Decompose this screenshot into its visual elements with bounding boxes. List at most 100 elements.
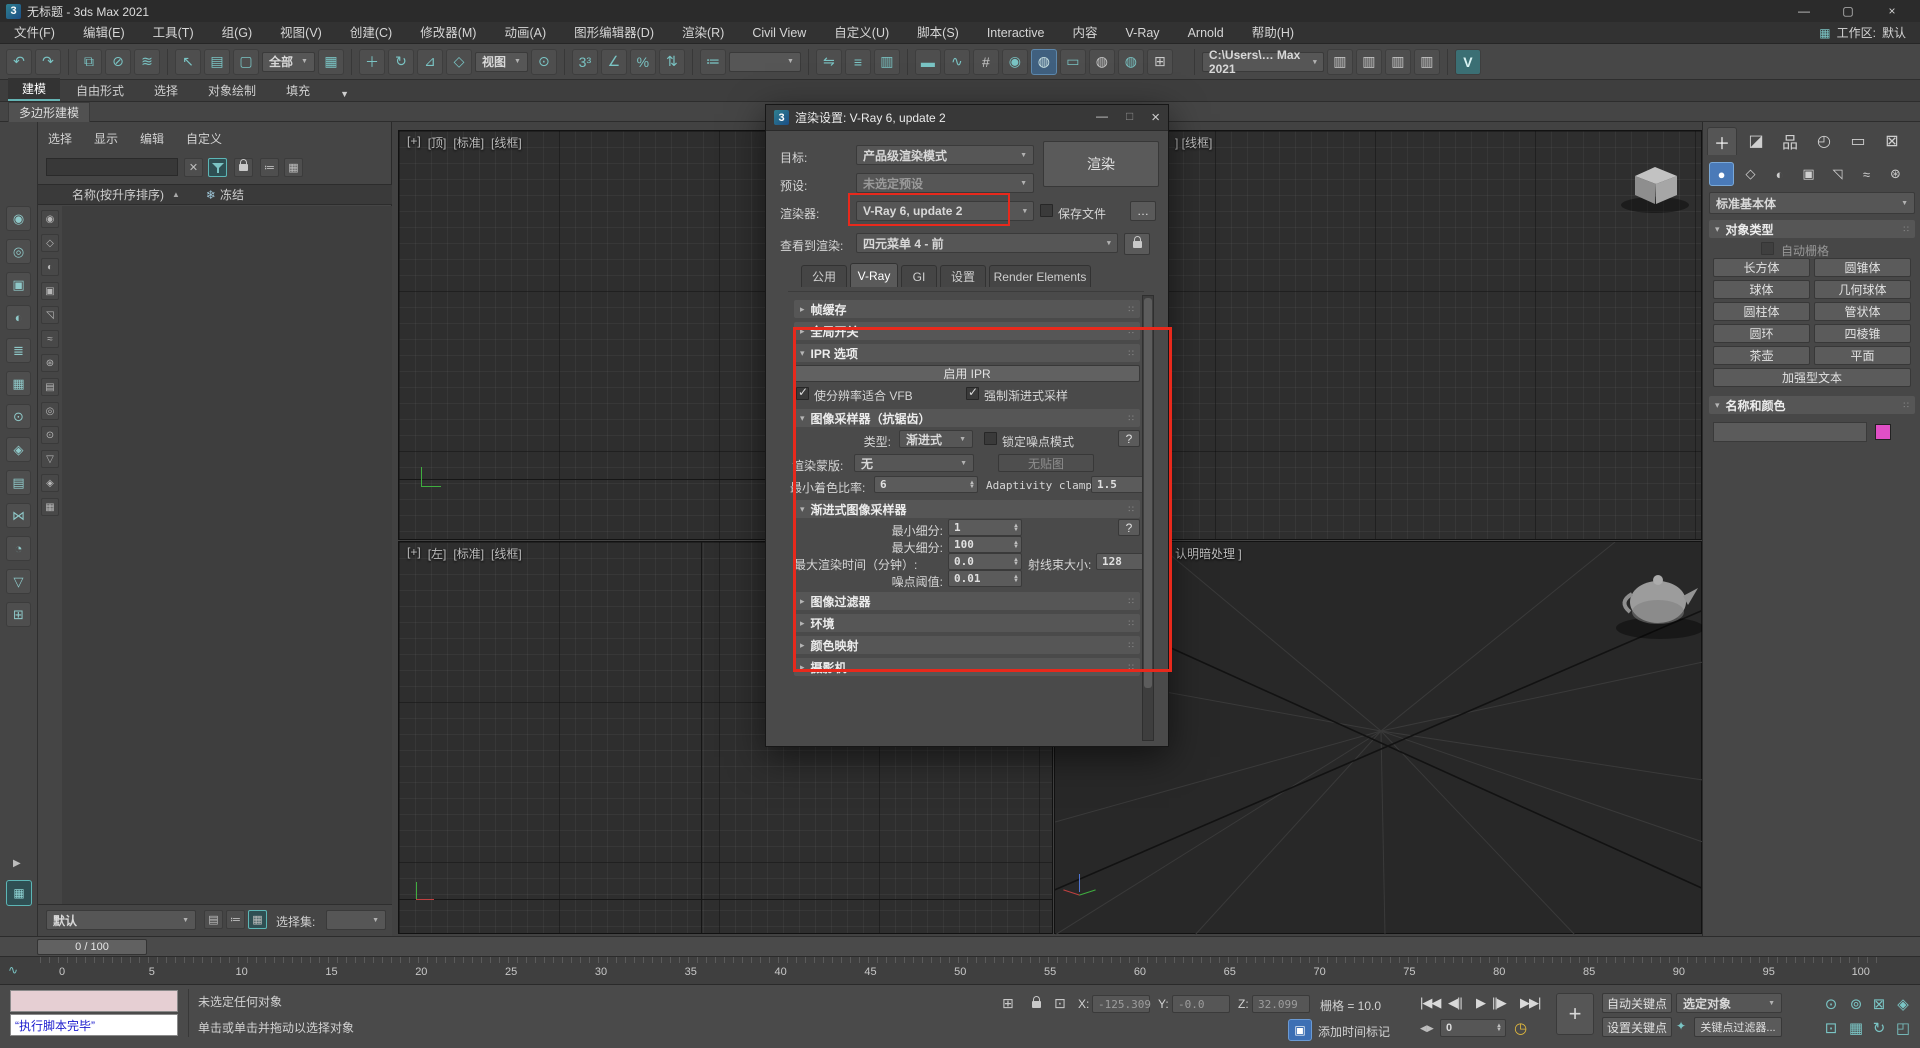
zoom-region-icon[interactable]: ⊡: [1820, 1017, 1842, 1039]
rollout-environment[interactable]: 环境: [794, 614, 1140, 632]
menu-item[interactable]: Arnold: [1174, 22, 1238, 44]
enable-ipr-button[interactable]: 启用 IPR: [794, 365, 1140, 382]
object-type-button[interactable]: 四棱锥: [1814, 324, 1911, 343]
select-object-icon[interactable]: ↖: [175, 49, 201, 75]
play-icon[interactable]: ▶: [1476, 995, 1485, 1011]
selection-lock-icon[interactable]: [1032, 997, 1041, 1011]
spinner-icon[interactable]: [1496, 1024, 1502, 1032]
object-type-button[interactable]: 几何球体: [1814, 280, 1911, 299]
display-filter-icon[interactable]: ◉: [41, 210, 59, 228]
window-crossing-icon[interactable]: ▦: [318, 49, 344, 75]
ribbon-tab-selection[interactable]: 选择: [140, 80, 192, 101]
named-sets-icon[interactable]: ≔: [700, 49, 726, 75]
ribbon-tab-freeform[interactable]: 自由形式: [62, 80, 138, 101]
spinner-icon[interactable]: [1013, 558, 1019, 566]
rollout-frame-buffer[interactable]: 帧缓存: [794, 300, 1140, 318]
sampler-type-dropdown[interactable]: 渐进式: [899, 430, 973, 448]
tab-motion-icon[interactable]: ◴: [1809, 127, 1839, 155]
sampler-help-button[interactable]: ?: [1118, 430, 1140, 447]
rollout-global-switches[interactable]: 全局开关: [794, 322, 1140, 340]
percent-snap-icon[interactable]: %: [630, 49, 656, 75]
mini-curve-editor-icon[interactable]: ∿: [8, 963, 18, 977]
object-name-field[interactable]: [1713, 422, 1867, 442]
frame-nudge-icon[interactable]: ◀▶: [1420, 1023, 1434, 1034]
material-editor-icon[interactable]: ◉: [1002, 49, 1028, 75]
geometry-category-dropdown[interactable]: 标准基本体: [1709, 192, 1915, 214]
tool-icon[interactable]: ◉: [6, 206, 31, 231]
view-to-render-dropdown[interactable]: 四元菜单 4 - 前: [856, 233, 1118, 253]
ribbon-tab-modeling[interactable]: 建模: [8, 78, 60, 101]
dialog-titlebar[interactable]: 3 渲染设置: V-Ray 6, update 2 — □ ×: [766, 105, 1168, 131]
render-setup-icon[interactable]: ◍: [1031, 49, 1057, 75]
display-filter-icon[interactable]: ▣: [41, 282, 59, 300]
redo-icon[interactable]: ↷: [35, 49, 61, 75]
rollout-camera[interactable]: 摄影机: [794, 658, 1140, 676]
explorer-header[interactable]: 名称(按升序排序) ▲ ❄ 冻结: [38, 184, 392, 205]
placement-icon[interactable]: ◇: [446, 49, 472, 75]
project-path-dropdown[interactable]: C:\Users\… Max 2021: [1202, 52, 1324, 72]
z-coordinate-field[interactable]: 32.099: [1252, 995, 1310, 1013]
tab-hierarchy-icon[interactable]: 品: [1775, 127, 1805, 155]
transform-type-in-icon[interactable]: ⊡: [1054, 995, 1066, 1012]
angle-snap-icon[interactable]: ∠: [601, 49, 627, 75]
menu-item[interactable]: 编辑(E): [69, 22, 139, 44]
curve-editor-icon[interactable]: ∿: [944, 49, 970, 75]
category-geometry-icon[interactable]: ●: [1709, 162, 1734, 186]
viewport-label-segment[interactable]: [线框]: [491, 134, 522, 151]
current-frame-field[interactable]: 0: [1440, 1019, 1506, 1037]
maxscript-mini-listener-input[interactable]: [10, 990, 178, 1012]
menu-item[interactable]: 工具(T): [139, 22, 208, 44]
display-filter-icon[interactable]: ◎: [41, 402, 59, 420]
viewport-label-segment[interactable]: [标准]: [453, 545, 484, 562]
object-type-button[interactable]: 平面: [1814, 346, 1911, 365]
orbit-icon[interactable]: ↻: [1868, 1017, 1890, 1039]
scrollbar-thumb[interactable]: [1144, 298, 1152, 688]
spinner-snap-icon[interactable]: ⇅: [659, 49, 685, 75]
add-time-tag[interactable]: 添加时间标记: [1318, 1023, 1390, 1040]
tab-create-icon[interactable]: ＋: [1707, 127, 1737, 155]
viewport-label-segment[interactable]: [标准]: [453, 134, 484, 151]
selection-set-dropdown-bottom[interactable]: 选定对象: [1676, 993, 1782, 1013]
menu-item[interactable]: 动画(A): [490, 22, 560, 44]
viewport-label-segment[interactable]: [顶]: [428, 134, 447, 151]
reference-coordinate-dropdown[interactable]: 视图: [475, 52, 528, 72]
column-header-name[interactable]: 名称(按升序排序): [72, 186, 164, 203]
tab-vray[interactable]: V-Ray: [850, 263, 898, 287]
ribbon-tab-populate[interactable]: 填充: [272, 80, 324, 101]
render-last-icon[interactable]: ◍: [1089, 49, 1115, 75]
renderer-dropdown[interactable]: V-Ray 6, update 2: [856, 201, 1034, 221]
rollout-progressive-sampler[interactable]: 渐进式图像采样器: [794, 500, 1140, 518]
key-filters-button[interactable]: 关键点过滤器...: [1694, 1017, 1782, 1037]
display-filter-icon[interactable]: ◐: [41, 258, 59, 276]
menu-item[interactable]: V-Ray: [1112, 22, 1174, 44]
selection-filter-dropdown[interactable]: 全部: [262, 52, 315, 72]
tool-icon[interactable]: ◐: [6, 305, 31, 330]
category-shapes-icon[interactable]: ◇: [1738, 162, 1763, 186]
bind-spacewarp-icon[interactable]: ≋: [134, 49, 160, 75]
tool-icon[interactable]: ⋈: [6, 503, 31, 528]
auto-key-button[interactable]: 自动关键点: [1602, 993, 1672, 1013]
autogrid-checkbox[interactable]: [1761, 242, 1774, 255]
select-link-icon[interactable]: ⧉: [76, 49, 102, 75]
rollout-object-type[interactable]: 对象类型: [1709, 220, 1915, 238]
tab-gi[interactable]: GI: [901, 265, 937, 287]
ribbon-toggle-icon[interactable]: ▬: [915, 49, 941, 75]
rollout-image-sampler[interactable]: 图像采样器（抗锯齿）: [794, 409, 1140, 427]
object-type-button[interactable]: 茶壶: [1713, 346, 1810, 365]
menu-item[interactable]: 修改器(M): [406, 22, 490, 44]
create-key-button[interactable]: +: [1556, 993, 1594, 1035]
zoom-extents-all-icon[interactable]: ◈: [1892, 993, 1914, 1015]
zoom-icon[interactable]: ⊙: [1820, 993, 1842, 1015]
previous-frame-icon[interactable]: ◀||: [1448, 995, 1462, 1011]
set-key-button[interactable]: 设置关键点: [1602, 1017, 1672, 1037]
object-type-button[interactable]: 加强型文本: [1713, 368, 1911, 387]
go-to-end-icon[interactable]: ▶▶|: [1520, 995, 1540, 1011]
dialog-minimize-icon[interactable]: —: [1096, 109, 1108, 126]
column-header-frozen[interactable]: 冻结: [220, 186, 244, 203]
tab-display-icon[interactable]: ▭: [1843, 127, 1873, 155]
fit-resolution-vfb-checkbox[interactable]: [796, 387, 809, 400]
tool-icon[interactable]: ◈: [6, 437, 31, 462]
list-view-icon[interactable]: ▤: [204, 910, 223, 929]
time-tag-icon[interactable]: ▣: [1288, 1019, 1312, 1041]
rollout-ipr-options[interactable]: IPR 选项: [794, 344, 1140, 362]
